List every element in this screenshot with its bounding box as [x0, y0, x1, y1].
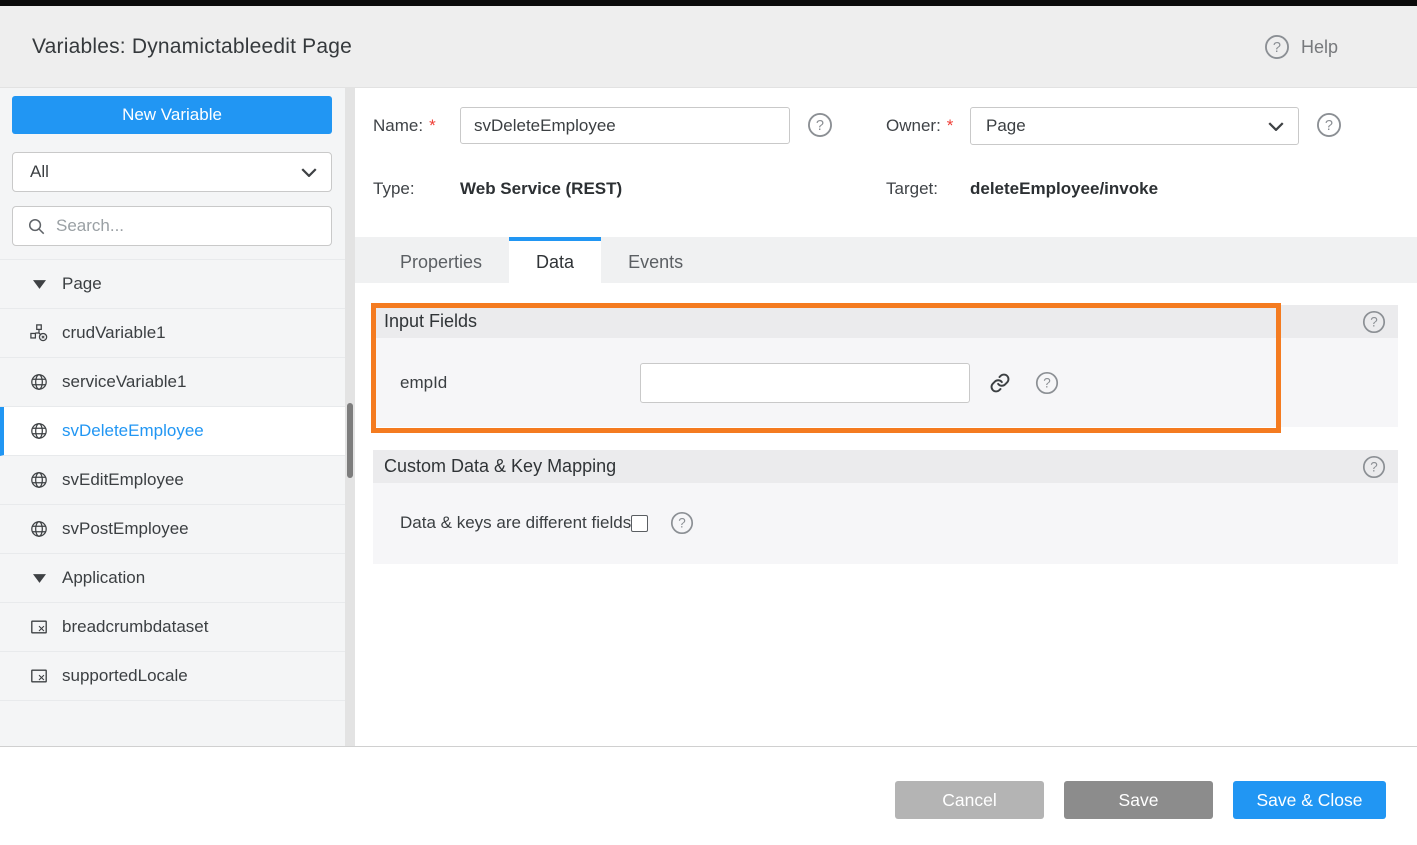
sidebar-item-label: Page: [62, 274, 102, 294]
dialog-footer: Cancel Save Save & Close: [0, 746, 1417, 845]
sidebar-item-svPostEmployee[interactable]: svPostEmployee: [0, 505, 345, 554]
svg-text:?: ?: [1370, 459, 1378, 474]
sidebar-item-supportedLocale[interactable]: supportedLocale: [0, 652, 345, 701]
search-box: [12, 206, 332, 246]
sidebar-group-Application[interactable]: Application: [0, 554, 345, 603]
custom-mapping-header: Custom Data & Key Mapping ?: [373, 450, 1398, 483]
sidebar-item-label: serviceVariable1: [62, 372, 186, 392]
required-marker: *: [947, 116, 954, 136]
different-fields-checkbox[interactable]: [631, 515, 648, 532]
svg-text:?: ?: [678, 516, 686, 531]
variable-filter-select[interactable]: All: [12, 152, 332, 192]
input-fields-title: Input Fields: [384, 311, 1362, 332]
help-circle-icon: ?: [1264, 34, 1290, 60]
filter-selected-value: All: [30, 162, 49, 182]
search-icon: [27, 217, 46, 236]
tab-bar: PropertiesDataEvents: [355, 237, 1417, 283]
custom-mapping-help-icon[interactable]: ?: [1362, 455, 1386, 479]
target-label: Target:: [886, 174, 938, 204]
custom-mapping-body: Data & keys are different fields ?: [373, 483, 1398, 563]
help-button[interactable]: ? Help: [1264, 6, 1338, 88]
variable-detail-panel: Name:* ? Owner:* Page ? Type:: [355, 88, 1417, 746]
help-circle-icon[interactable]: ?: [1035, 371, 1059, 395]
svg-text:?: ?: [1043, 375, 1051, 390]
sidebar-item-breadcrumbdataset[interactable]: breadcrumbdataset: [0, 603, 345, 652]
web-service-icon: [30, 373, 48, 391]
sidebar-item-label: svPostEmployee: [62, 519, 189, 539]
target-value: deleteEmployee/invoke: [970, 174, 1158, 204]
caret-down-icon: [30, 275, 48, 293]
dialog-header: Variables: Dynamictableedit Page ? Help: [0, 6, 1417, 88]
caret-down-icon: [30, 569, 48, 587]
svg-text:?: ?: [1325, 118, 1333, 134]
web-service-icon: [30, 422, 48, 440]
sidebar-group-Page[interactable]: Page: [0, 260, 345, 309]
page-title: Variables: Dynamictableedit Page: [32, 6, 352, 88]
type-value: Web Service (REST): [460, 174, 622, 204]
type-label: Type:: [373, 174, 415, 204]
save-and-close-button[interactable]: Save & Close: [1233, 781, 1386, 819]
cancel-button[interactable]: Cancel: [895, 781, 1044, 819]
field-label: empId: [400, 373, 640, 393]
sidebar-item-label: svDeleteEmployee: [62, 421, 204, 441]
empId-input[interactable]: [640, 363, 970, 403]
web-service-icon: [30, 520, 48, 538]
crud-icon: [30, 324, 48, 342]
tab-properties[interactable]: Properties: [373, 237, 509, 283]
sidebar-item-svEditEmployee[interactable]: svEditEmployee: [0, 456, 345, 505]
tab-data[interactable]: Data: [509, 237, 601, 283]
chevron-down-icon: [1268, 122, 1284, 131]
sidebar-item-label: Application: [62, 568, 145, 588]
bind-link-icon[interactable]: [989, 372, 1011, 394]
different-fields-help-icon[interactable]: ?: [670, 511, 694, 535]
custom-mapping-section: Custom Data & Key Mapping ? Data & keys …: [373, 450, 1398, 564]
different-fields-checkbox-label: Data & keys are different fields: [400, 513, 631, 533]
model-variable-icon: [30, 618, 48, 636]
sidebar-scrollbar-thumb[interactable]: [347, 403, 353, 478]
sidebar: New Variable All Page crudVariable1 servic…: [0, 88, 355, 746]
sidebar-item-serviceVariable1[interactable]: serviceVariable1: [0, 358, 345, 407]
sidebar-item-label: svEditEmployee: [62, 470, 184, 490]
input-fields-header: Input Fields ?: [373, 305, 1398, 338]
name-help-icon[interactable]: ?: [807, 112, 833, 138]
sidebar-item-label: breadcrumbdataset: [62, 617, 208, 637]
tab-events[interactable]: Events: [601, 237, 710, 283]
help-label: Help: [1301, 37, 1338, 58]
chevron-down-icon: [301, 168, 317, 177]
owner-selected-value: Page: [986, 116, 1026, 136]
owner-select[interactable]: Page: [970, 107, 1299, 145]
model-variable-icon: [30, 667, 48, 685]
input-field-row: empId?: [373, 338, 1398, 427]
sidebar-item-label: supportedLocale: [62, 666, 188, 686]
svg-text:?: ?: [816, 118, 824, 134]
sidebar-item-svDeleteEmployee[interactable]: svDeleteEmployee: [0, 407, 345, 456]
variable-list: Page crudVariable1 serviceVariable1 svDelet…: [0, 259, 345, 701]
owner-label: Owner:*: [886, 107, 953, 144]
input-fields-section: Input Fields ? empId?: [373, 305, 1398, 427]
search-input[interactable]: [56, 216, 321, 236]
sidebar-item-label: crudVariable1: [62, 323, 166, 343]
sidebar-scrollbar-track[interactable]: [345, 88, 355, 746]
required-marker: *: [429, 116, 436, 136]
web-service-icon: [30, 471, 48, 489]
dialog-body: New Variable All Page crudVariable1 servic…: [0, 88, 1417, 746]
svg-text:?: ?: [1273, 40, 1281, 56]
new-variable-button[interactable]: New Variable: [12, 96, 332, 134]
name-input[interactable]: [460, 107, 790, 144]
owner-help-icon[interactable]: ?: [1316, 112, 1342, 138]
svg-text:?: ?: [1370, 314, 1378, 329]
custom-mapping-title: Custom Data & Key Mapping: [384, 456, 1362, 477]
variables-dialog: Variables: Dynamictableedit Page ? Help …: [0, 6, 1417, 845]
name-label: Name:*: [373, 107, 436, 144]
save-button[interactable]: Save: [1064, 781, 1213, 819]
input-fields-body: empId?: [373, 338, 1398, 427]
sidebar-item-crudVariable1[interactable]: crudVariable1: [0, 309, 345, 358]
input-fields-help-icon[interactable]: ?: [1362, 310, 1386, 334]
